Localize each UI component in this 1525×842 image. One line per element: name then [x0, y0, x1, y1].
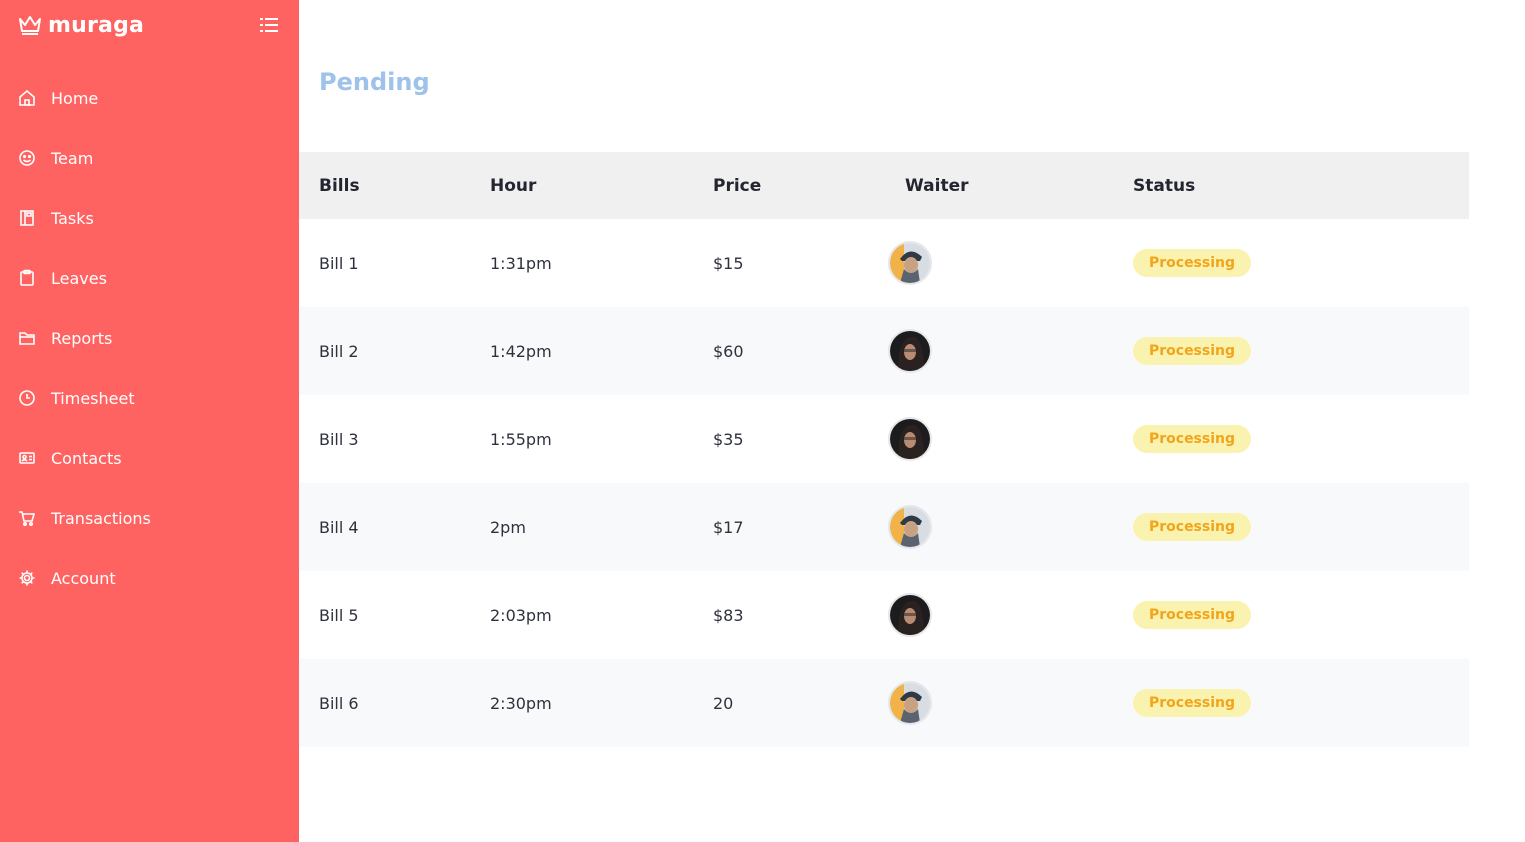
sidebar-item-label: Team — [51, 148, 94, 168]
hour-cell: 2:30pm — [490, 693, 552, 713]
book-icon — [18, 209, 36, 227]
sidebar-item-label: Leaves — [51, 268, 107, 288]
table-row[interactable]: Bill 4 2pm $17 Processing — [299, 483, 1469, 571]
waiter-avatar[interactable] — [888, 681, 932, 725]
table-header: Bills Hour Price Waiter Status — [299, 152, 1469, 219]
waiter-avatar[interactable] — [888, 505, 932, 549]
sidebar-item-label: Transactions — [51, 508, 151, 528]
sidebar-item-team[interactable]: Team — [0, 128, 299, 188]
bill-cell: Bill 6 — [319, 693, 359, 713]
cart-icon — [18, 509, 36, 527]
status-badge: Processing — [1133, 425, 1251, 453]
home-icon — [18, 89, 36, 107]
waiter-avatar[interactable] — [888, 417, 932, 461]
price-cell: $15 — [713, 253, 744, 273]
bill-cell: Bill 1 — [319, 253, 359, 273]
clipboard-icon — [18, 269, 36, 287]
column-header-waiter[interactable]: Waiter — [905, 176, 968, 196]
main-content: Pending Bills Hour Price Waiter Status B… — [299, 0, 1525, 842]
status-badge: Processing — [1133, 601, 1251, 629]
sidebar-item-tasks[interactable]: Tasks — [0, 188, 299, 248]
sidebar-item-label: Home — [51, 88, 99, 108]
table-row[interactable]: Bill 5 2:03pm $83 Processing — [299, 571, 1469, 659]
bill-cell: Bill 5 — [319, 605, 359, 625]
hour-cell: 2:03pm — [490, 605, 552, 625]
bill-cell: Bill 3 — [319, 429, 359, 449]
waiter-avatar[interactable] — [888, 329, 932, 373]
price-cell: $60 — [713, 341, 744, 361]
contact-card-icon — [18, 449, 36, 467]
price-cell: $83 — [713, 605, 744, 625]
folder-icon — [18, 329, 36, 347]
price-cell: $17 — [713, 517, 744, 537]
brand-logo[interactable]: muraga — [18, 10, 144, 40]
status-badge: Processing — [1133, 689, 1251, 717]
gear-icon — [18, 569, 36, 587]
sidebar-nav: Home Team Tasks Leaves Reports Timesheet… — [0, 68, 299, 608]
column-header-price[interactable]: Price — [713, 176, 761, 196]
crown-icon — [19, 16, 41, 35]
sidebar-item-home[interactable]: Home — [0, 68, 299, 128]
hour-cell: 1:42pm — [490, 341, 552, 361]
clock-icon — [18, 389, 36, 407]
hour-cell: 1:31pm — [490, 253, 552, 273]
sidebar-item-label: Timesheet — [51, 388, 135, 408]
sidebar-item-reports[interactable]: Reports — [0, 308, 299, 368]
menu-list-icon[interactable] — [258, 15, 280, 35]
sidebar-item-label: Tasks — [51, 208, 94, 228]
table-row[interactable]: Bill 6 2:30pm 20 Processing — [299, 659, 1469, 747]
table-row[interactable]: Bill 1 1:31pm $15 Processing — [299, 219, 1469, 307]
sidebar-item-account[interactable]: Account — [0, 548, 299, 608]
sidebar: muraga Home Team Tasks Leaves Reports Ti… — [0, 0, 299, 842]
status-badge: Processing — [1133, 513, 1251, 541]
sidebar-item-label: Account — [51, 568, 116, 588]
page-title: Pending — [319, 68, 430, 96]
price-cell: 20 — [713, 693, 734, 713]
bill-cell: Bill 4 — [319, 517, 359, 537]
column-header-hour[interactable]: Hour — [490, 176, 536, 196]
table-row[interactable]: Bill 3 1:55pm $35 Processing — [299, 395, 1469, 483]
waiter-avatar[interactable] — [888, 593, 932, 637]
price-cell: $35 — [713, 429, 744, 449]
brand-name: muraga — [48, 12, 145, 38]
sidebar-item-leaves[interactable]: Leaves — [0, 248, 299, 308]
status-badge: Processing — [1133, 337, 1251, 365]
sidebar-item-contacts[interactable]: Contacts — [0, 428, 299, 488]
column-header-status[interactable]: Status — [1133, 176, 1195, 196]
sidebar-item-label: Reports — [51, 328, 113, 348]
smile-icon — [18, 149, 36, 167]
column-header-bills[interactable]: Bills — [319, 176, 360, 196]
status-badge: Processing — [1133, 249, 1251, 277]
sidebar-item-transactions[interactable]: Transactions — [0, 488, 299, 548]
bill-cell: Bill 2 — [319, 341, 359, 361]
waiter-avatar[interactable] — [888, 241, 932, 285]
table-row[interactable]: Bill 2 1:42pm $60 Processing — [299, 307, 1469, 395]
hour-cell: 2pm — [490, 517, 526, 537]
sidebar-item-label: Contacts — [51, 448, 122, 468]
sidebar-item-timesheet[interactable]: Timesheet — [0, 368, 299, 428]
bills-table: Bills Hour Price Waiter Status Bill 1 1:… — [299, 152, 1469, 747]
hour-cell: 1:55pm — [490, 429, 552, 449]
